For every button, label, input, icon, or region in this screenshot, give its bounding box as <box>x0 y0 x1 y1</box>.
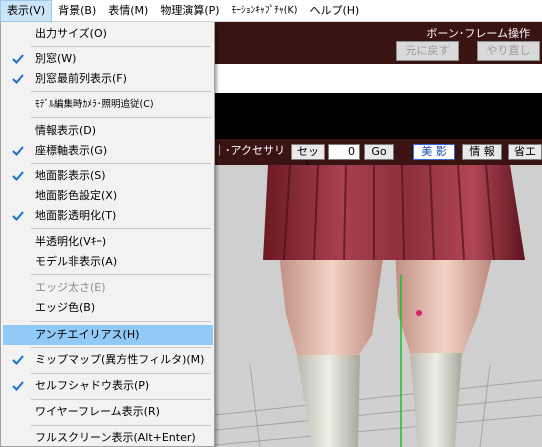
menu-item-axis-display[interactable]: 座標軸表示(G) <box>3 141 213 161</box>
menu-separator <box>31 274 211 275</box>
menu-item-label: ﾓﾃﾞﾙ編集時ｶﾒﾗ･照明追従(C) <box>35 99 154 110</box>
menu-item-label: エッジ太さ(E) <box>35 281 106 294</box>
menu-item-mipmap[interactable]: ミップマップ(異方性フィルタ)(M) <box>3 350 213 370</box>
checkmark-icon <box>12 171 24 181</box>
info-button[interactable]: 情 報 <box>462 144 502 160</box>
menu-separator <box>31 117 211 118</box>
checkmark-icon <box>12 146 24 156</box>
menu-item-antialias[interactable]: アンチエイリアス(H) <box>3 325 213 345</box>
menu-item-ground-shadow[interactable]: 地面影表示(S) <box>3 166 213 186</box>
menu-item-fullscreen[interactable]: フルスクリーン表示(Alt+Enter) <box>3 428 213 447</box>
menu-item-label: 情報表示(D) <box>35 124 97 137</box>
menu-item-label: セルフシャドウ表示(P) <box>35 379 150 392</box>
set-button[interactable]: セット <box>291 144 325 172</box>
menu-expression[interactable]: 表情(M) <box>102 0 154 22</box>
menu-separator <box>31 163 211 164</box>
view-menu-dropdown: 出力サイズ(O) 別窓(W) 別窓最前列表示(F) ﾓﾃﾞﾙ編集時ｶﾒﾗ･照明追… <box>0 22 215 447</box>
menu-item-label: 地面影表示(S) <box>35 169 106 182</box>
menu-item-label: モデル非表示(A) <box>35 255 118 268</box>
menu-item-label: 別窓最前列表示(F) <box>35 72 127 85</box>
energy-save-button[interactable]: 省エ <box>508 144 542 160</box>
menu-item-output-size[interactable]: 出力サイズ(O) <box>3 24 213 44</box>
menu-item-label: 座標軸表示(G) <box>35 144 108 157</box>
menu-item-edge-color[interactable]: エッジ色(B) <box>3 298 213 318</box>
menu-item-label: 出力サイズ(O) <box>35 27 107 40</box>
menu-item-edge-width: エッジ太さ(E) <box>3 278 213 298</box>
menu-item-info-display[interactable]: 情報表示(D) <box>3 121 213 141</box>
redo-button[interactable]: やり直し <box>477 41 540 61</box>
beauty-shadow-toggle[interactable]: 美 影 <box>413 144 455 160</box>
menu-separator <box>31 46 211 47</box>
menu-item-ground-shadow-transparent[interactable]: 地面影透明化(T) <box>3 206 213 226</box>
menu-separator <box>31 321 211 322</box>
menu-item-label: ワイヤーフレーム表示(R) <box>35 405 160 418</box>
menu-item-label: 地面影色設定(X) <box>35 189 118 202</box>
menu-separator <box>31 347 211 348</box>
frame-input[interactable]: 0 <box>328 144 360 160</box>
menu-separator <box>31 373 211 374</box>
menu-item-separate-window[interactable]: 別窓(W) <box>3 49 213 69</box>
menu-help[interactable]: ヘルプ(H) <box>303 0 365 22</box>
menu-separator <box>31 399 211 400</box>
panel-title: ボーン･フレーム操作 <box>426 27 530 40</box>
menu-bar: 表示(V) 背景(B) 表情(M) 物理演算(P) ﾓｰｼｮﾝｷｬﾌﾟﾁｬ(K)… <box>0 0 542 22</box>
menu-item-label: ミップマップ(異方性フィルタ)(M) <box>35 353 205 366</box>
menu-item-label: 別窓(W) <box>35 52 77 65</box>
menu-item-hide-model[interactable]: モデル非表示(A) <box>3 252 213 272</box>
menu-motion-capture[interactable]: ﾓｰｼｮﾝｷｬﾌﾟﾁｬ(K) <box>226 0 304 22</box>
go-button[interactable]: Go <box>364 144 394 160</box>
checkmark-icon <box>12 355 24 365</box>
menu-item-label: エッジ色(B) <box>35 301 96 314</box>
menu-item-camera-follow[interactable]: ﾓﾃﾞﾙ編集時ｶﾒﾗ･照明追従(C) <box>3 94 213 114</box>
menu-item-label: フルスクリーン表示(Alt+Enter) <box>35 431 196 444</box>
undo-button[interactable]: 元に戻す <box>396 41 459 61</box>
checkmark-icon <box>12 381 24 391</box>
menu-item-ground-shadow-color[interactable]: 地面影色設定(X) <box>3 186 213 206</box>
menu-background[interactable]: 背景(B) <box>52 0 102 22</box>
menu-separator <box>31 425 211 426</box>
accessory-label: ｜･アクセサリ <box>214 144 285 157</box>
menu-item-label: アンチエイリアス(H) <box>35 328 140 341</box>
checkmark-icon <box>12 54 24 64</box>
menu-item-semi-transparent[interactable]: 半透明化(Vｷｰ) <box>3 232 213 252</box>
checkmark-icon <box>12 211 24 221</box>
menu-view[interactable]: 表示(V) <box>0 0 53 22</box>
menu-item-self-shadow[interactable]: セルフシャドウ表示(P) <box>3 376 213 396</box>
menu-item-label: 地面影透明化(T) <box>35 209 117 222</box>
menu-item-label: 半透明化(Vｷｰ) <box>35 235 107 248</box>
menu-item-window-topmost[interactable]: 別窓最前列表示(F) <box>3 69 213 89</box>
checkmark-icon <box>12 74 24 84</box>
menu-item-wireframe[interactable]: ワイヤーフレーム表示(R) <box>3 402 213 422</box>
menu-separator <box>31 228 211 229</box>
menu-separator <box>31 91 211 92</box>
menu-physics[interactable]: 物理演算(P) <box>154 0 225 22</box>
